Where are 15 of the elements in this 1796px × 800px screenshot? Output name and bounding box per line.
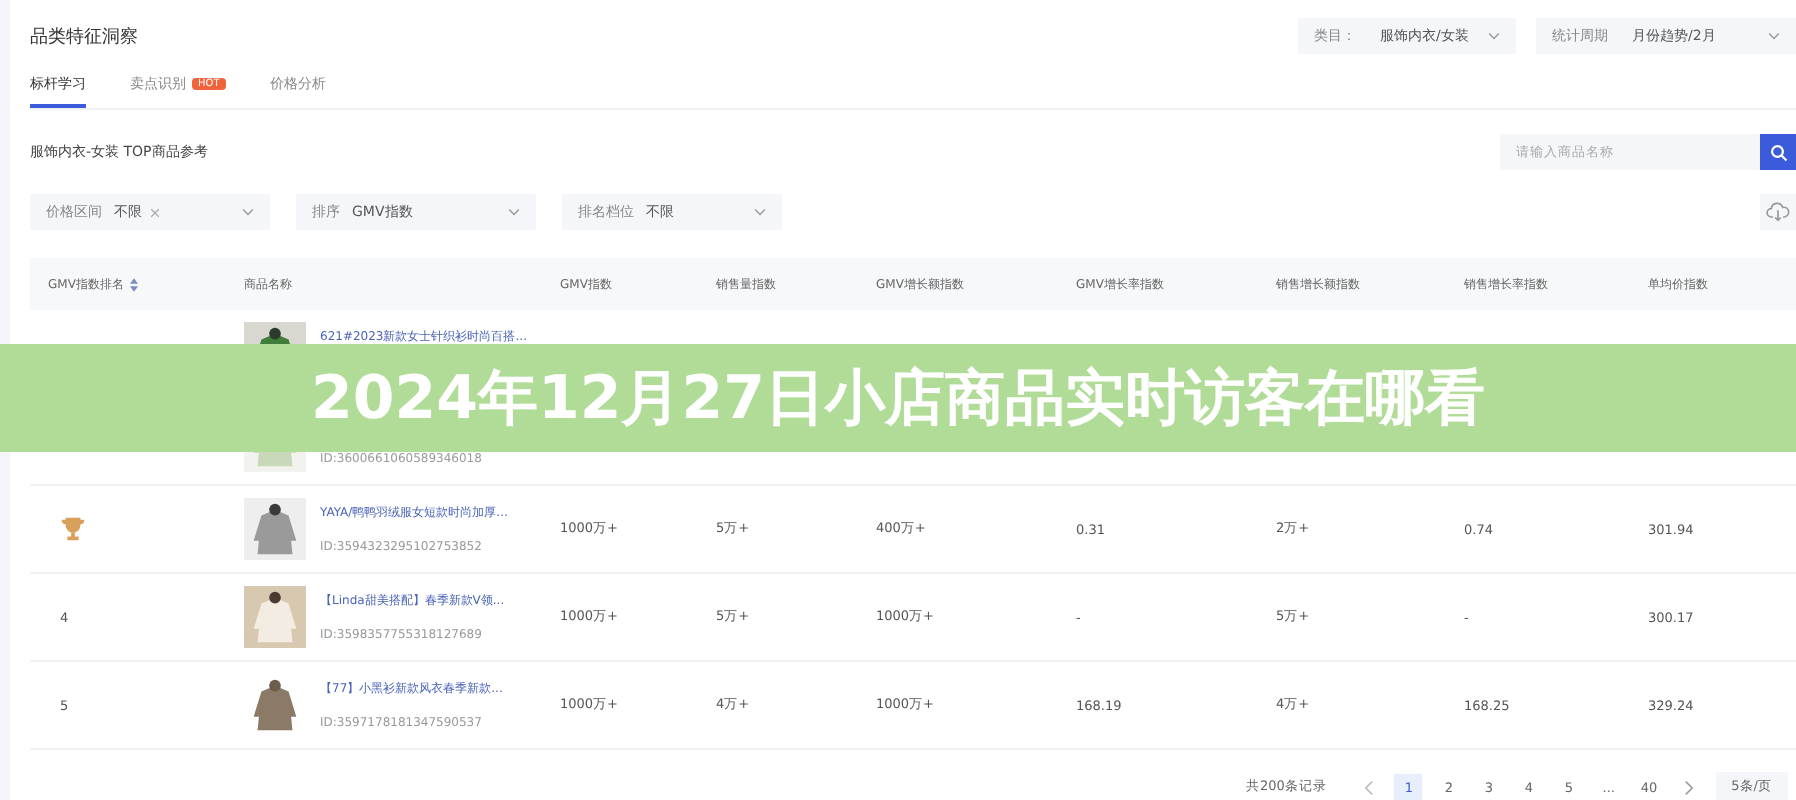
download-button[interactable]	[1760, 194, 1796, 230]
chevron-down-icon	[242, 208, 254, 216]
banner-title: 2024年12月27日小店商品实时访客在哪看	[311, 361, 1485, 437]
page-title: 品类特征洞察	[30, 25, 138, 49]
search-button[interactable]	[1760, 134, 1796, 170]
chevron-down-icon	[1488, 32, 1500, 40]
chevron-down-icon	[754, 208, 766, 216]
clear-icon[interactable]	[150, 207, 160, 217]
cloud-download-icon	[1766, 202, 1790, 222]
chevron-down-icon	[508, 208, 520, 216]
search-icon	[1769, 143, 1787, 161]
chevron-right-icon	[1684, 779, 1695, 795]
chevron-down-icon	[1768, 32, 1780, 40]
chevron-left-icon	[1363, 779, 1374, 795]
sort-icon[interactable]	[129, 277, 138, 291]
